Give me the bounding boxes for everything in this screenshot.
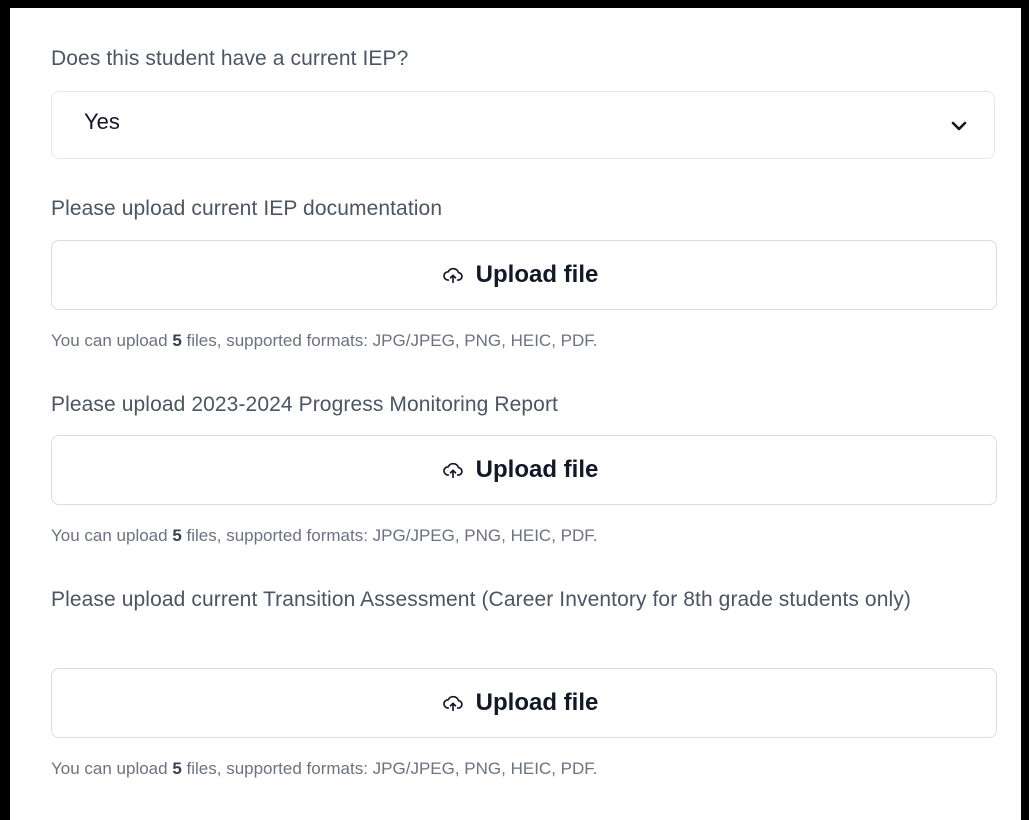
- hint-count: 5: [172, 759, 182, 778]
- hint-count: 5: [172, 526, 182, 545]
- cloud-upload-icon: [442, 462, 463, 479]
- upload-progress-button-label: Upload file: [475, 456, 599, 483]
- upload-progress-hint: You can upload 5 files, supported format…: [51, 526, 597, 546]
- form-panel: Does this student have a current IEP? Ye…: [10, 8, 1021, 820]
- upload-transition-hint: You can upload 5 files, supported format…: [51, 759, 597, 779]
- chevron-down-icon: [951, 121, 967, 131]
- hint-suffix: files, supported formats: JPG/JPEG, PNG,…: [181, 331, 598, 350]
- hint-prefix: You can upload: [51, 759, 173, 778]
- upload-iep-button[interactable]: Upload file: [51, 240, 997, 310]
- upload-iep-label: Please upload current IEP documentation: [51, 197, 443, 220]
- iep-select-value: Yes: [84, 109, 120, 134]
- upload-iep-hint: You can upload 5 files, supported format…: [51, 331, 597, 351]
- iep-select[interactable]: Yes: [51, 91, 995, 159]
- hint-count: 5: [172, 331, 182, 350]
- hint-suffix: files, supported formats: JPG/JPEG, PNG,…: [181, 526, 598, 545]
- cloud-upload-icon: [442, 267, 463, 284]
- upload-transition-button-label: Upload file: [475, 689, 599, 716]
- upload-progress-button[interactable]: Upload file: [51, 435, 997, 505]
- upload-progress-label: Please upload 2023-2024 Progress Monitor…: [51, 393, 558, 416]
- hint-prefix: You can upload: [51, 526, 173, 545]
- upload-transition-button[interactable]: Upload file: [51, 668, 997, 738]
- upload-transition-label: Please upload current Transition Assessm…: [51, 588, 911, 611]
- iep-question-label: Does this student have a current IEP?: [51, 47, 409, 70]
- window-frame: Does this student have a current IEP? Ye…: [10, 8, 1021, 820]
- hint-suffix: files, supported formats: JPG/JPEG, PNG,…: [181, 759, 598, 778]
- upload-iep-button-label: Upload file: [475, 261, 599, 288]
- cloud-upload-icon: [442, 695, 463, 712]
- hint-prefix: You can upload: [51, 331, 173, 350]
